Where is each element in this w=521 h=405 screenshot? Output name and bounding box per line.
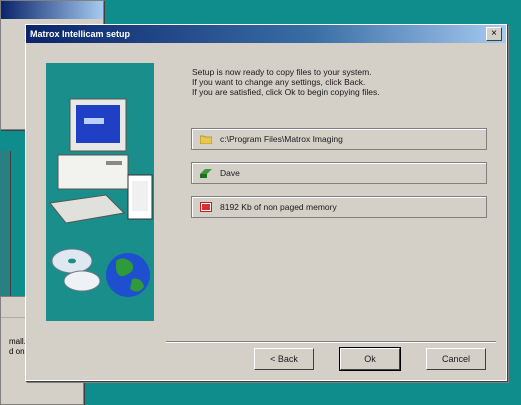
setup-illustration-panel — [46, 63, 154, 321]
folder-icon — [200, 135, 212, 144]
button-separator — [166, 341, 496, 343]
message-line: If you are satisfied, click Ok to begin … — [192, 87, 380, 97]
summary-item-text: c:\Program Files\Matrox Imaging — [220, 134, 343, 144]
summary-item-text: Dave — [220, 168, 240, 178]
summary-item-user: Dave — [191, 162, 487, 184]
ok-button[interactable]: Ok — [339, 347, 401, 371]
back-button[interactable]: < Back — [254, 348, 314, 370]
memory-chip-icon — [200, 202, 212, 212]
summary-item-memory: 8192 Kb of non paged memory — [191, 196, 487, 218]
setup-message: Setup is now ready to copy files to your… — [192, 67, 380, 97]
drive-icon — [200, 169, 212, 178]
dialog-title: Matrox Intellicam setup — [30, 29, 131, 39]
background-window-titlebar — [1, 1, 103, 19]
computer-illustration — [49, 98, 153, 297]
message-line: If you want to change any settings, clic… — [192, 77, 366, 87]
close-icon[interactable]: × — [486, 27, 502, 41]
summary-item-install-path: c:\Program Files\Matrox Imaging — [191, 128, 487, 150]
background-window-text-line: mall. — [9, 337, 26, 346]
message-line: Setup is now ready to copy files to your… — [192, 67, 372, 77]
dialog-titlebar[interactable]: Matrox Intellicam setup × — [26, 25, 506, 43]
background-window-edge — [0, 150, 10, 300]
cancel-button[interactable]: Cancel — [426, 348, 486, 370]
setup-dialog: Matrox Intellicam setup × Setup is now r… — [25, 24, 507, 381]
summary-item-text: 8192 Kb of non paged memory — [220, 202, 337, 212]
